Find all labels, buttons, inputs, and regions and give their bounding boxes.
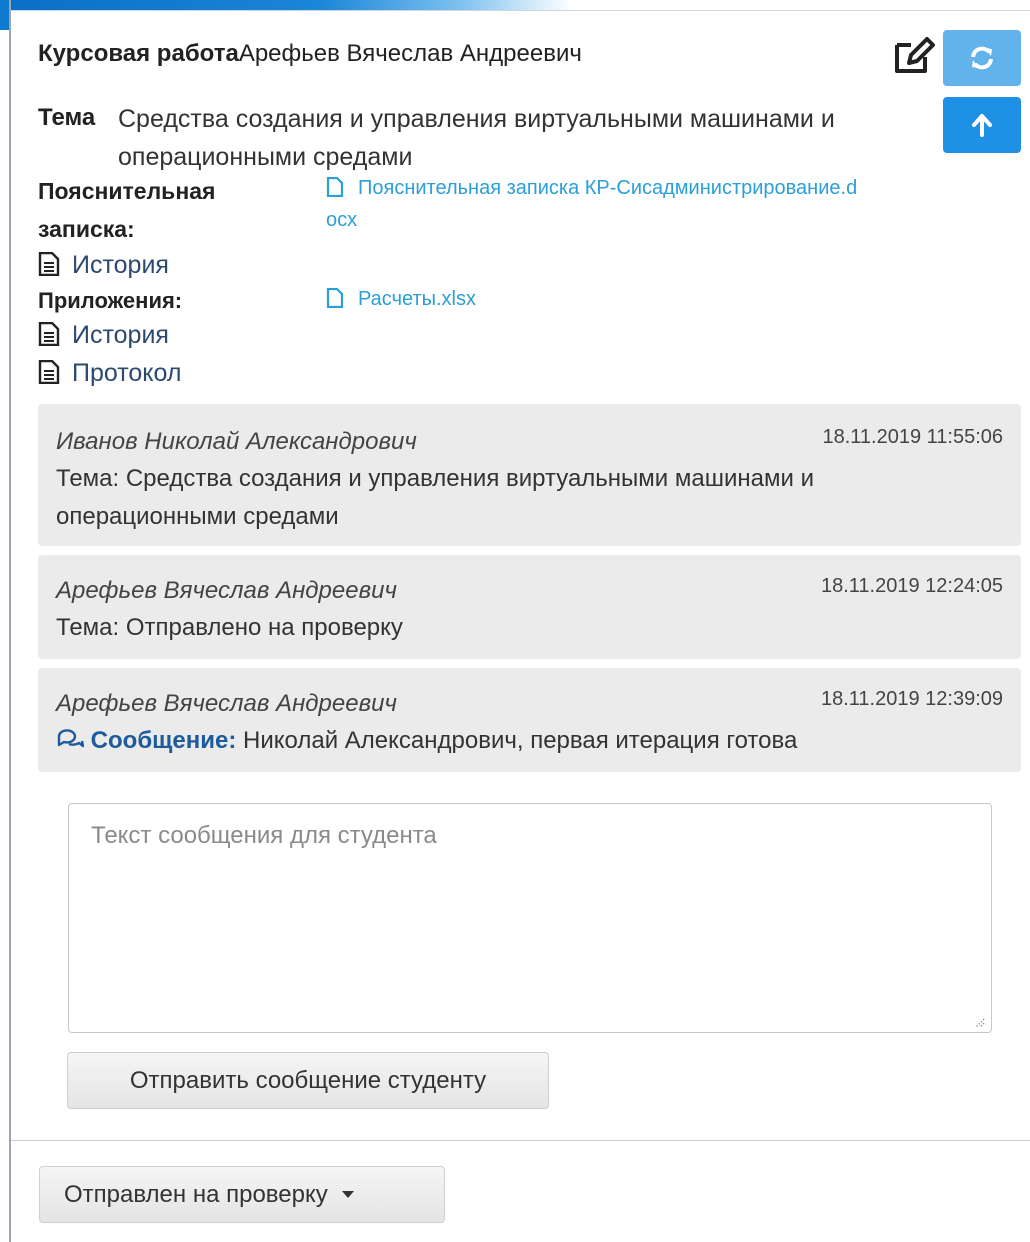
message-author: Иванов Николай Александрович [56, 428, 417, 455]
file-text-icon [38, 251, 60, 277]
message-line: Тема: Средства создания и управления вир… [56, 465, 814, 492]
message-line: Тема: Отправлено на проверку [56, 614, 403, 641]
note-file-link[interactable]: Пояснительная записка КР-Сисадминистриро… [326, 172, 1006, 236]
attachments-history-label: История [72, 321, 169, 349]
message-card: Арефьев Вячеслав Андреевич 18.11.2019 12… [38, 668, 1021, 772]
file-icon [326, 177, 344, 197]
upload-button[interactable] [943, 97, 1021, 153]
note-history-label: История [72, 251, 169, 279]
message-body: Тема: Средства создания и управления вир… [56, 460, 1006, 536]
topic-label: Тема [38, 104, 96, 131]
attachments-history-link[interactable]: История [38, 321, 169, 350]
attachment-file-link[interactable]: Расчеты.xlsx [326, 283, 476, 315]
refresh-button[interactable] [943, 30, 1021, 86]
refresh-icon [971, 46, 993, 70]
message-author: Арефьев Вячеслав Андреевич [56, 690, 397, 717]
comments-icon [57, 729, 85, 748]
note-file-name-part2: ocx [326, 209, 358, 231]
note-file-name-part1: Пояснительная записка КР-Сисадминистриро… [358, 177, 858, 199]
protocol-link[interactable]: Протокол [38, 359, 181, 388]
message-card: Арефьев Вячеслав Андреевич 18.11.2019 12… [38, 555, 1021, 659]
message-author: Арефьев Вячеслав Андреевич [56, 577, 397, 604]
message-card: Иванов Николай Александрович 18.11.2019 … [38, 404, 1021, 546]
message-body: Тема: Отправлено на проверку [56, 609, 1006, 647]
status-dropdown[interactable]: Отправлен на проверку [39, 1166, 445, 1223]
caret-down-icon [341, 1190, 354, 1198]
message-textarea[interactable] [68, 803, 992, 1033]
message-body: Сообщение: Николай Александрович, первая… [56, 722, 1006, 760]
file-text-icon [38, 359, 60, 385]
send-message-button[interactable]: Отправить сообщение студенту [67, 1052, 549, 1109]
note-label-line1: Пояснительная [38, 178, 216, 204]
file-text-icon [38, 321, 60, 347]
note-history-link[interactable]: История [38, 251, 169, 280]
top-accent-bar [11, 0, 571, 10]
arrow-up-icon [972, 114, 992, 137]
file-icon [326, 288, 344, 308]
attachments-label: Приложения: [38, 288, 183, 313]
student-name: Арефьев Вячеслав Андреевич [238, 40, 582, 67]
note-label-line2: записка: [38, 216, 135, 242]
message-time: 18.11.2019 11:55:06 [822, 426, 1003, 448]
message-text: Николай Александрович, первая итерация г… [243, 727, 798, 754]
work-type-label: Курсовая работа [38, 40, 239, 67]
left-border [9, 0, 11, 1242]
topic-value: Средства создания и управления виртуальн… [118, 105, 835, 171]
edit-icon[interactable] [893, 35, 937, 75]
page-title: Курсовая работаАрефьев Вячеслав Андрееви… [38, 40, 582, 68]
divider [11, 1140, 1030, 1141]
message-time: 18.11.2019 12:39:09 [820, 688, 1003, 710]
resize-grip-icon[interactable] [973, 1016, 985, 1028]
message-label: Сообщение: [90, 727, 237, 754]
message-time: 18.11.2019 12:24:05 [820, 575, 1003, 597]
corner-accent [0, 0, 9, 30]
protocol-label: Протокол [72, 359, 182, 387]
message-line: операционными средами [56, 503, 339, 530]
attachment-file-name: Расчеты.xlsx [358, 288, 476, 310]
top-border [11, 10, 1030, 11]
status-selected: Отправлен на проверку [64, 1180, 328, 1208]
